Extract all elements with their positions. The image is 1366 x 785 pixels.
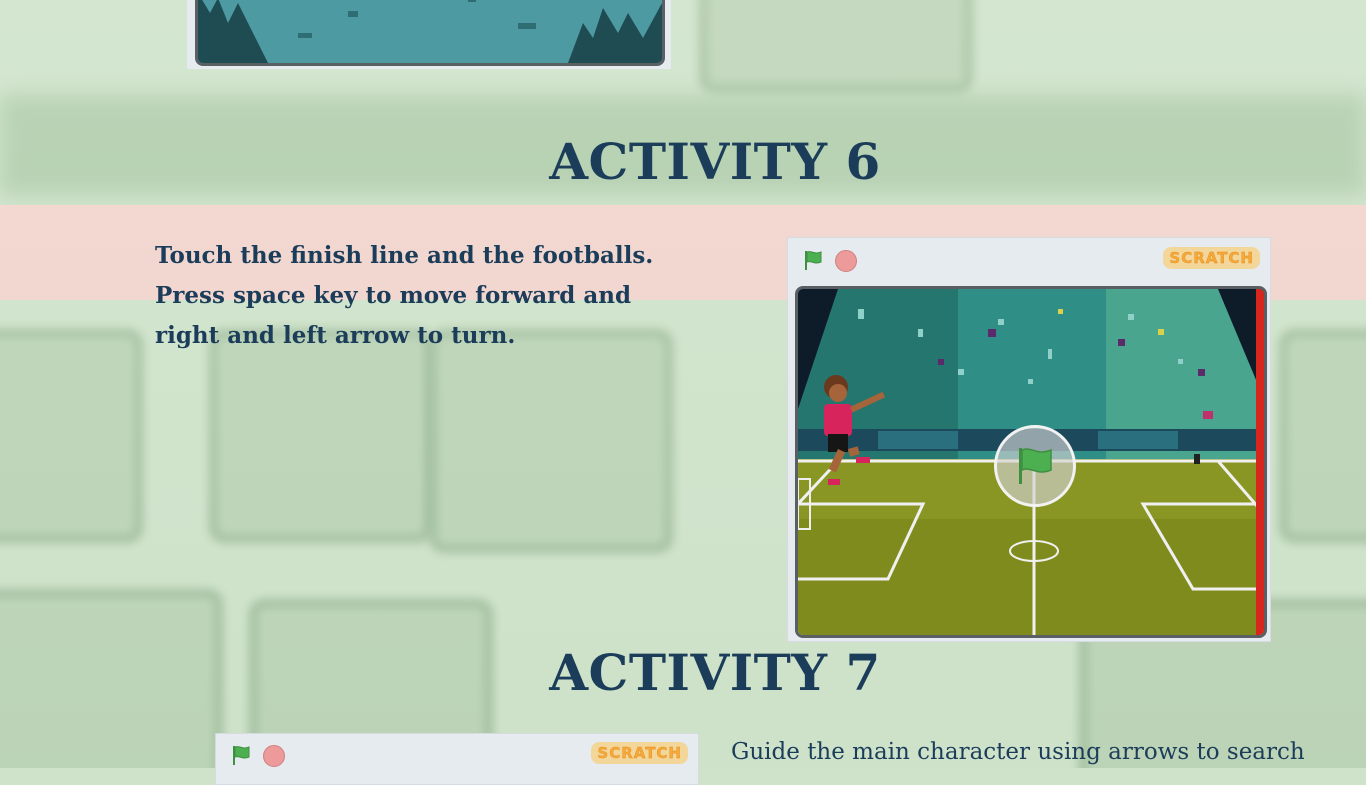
start-green-flag-button[interactable] xyxy=(994,425,1076,507)
player-controls-bar: SCRATCH xyxy=(788,238,1270,282)
scratch-logo[interactable]: SCRATCH xyxy=(1163,247,1260,269)
green-flag-icon[interactable] xyxy=(230,744,252,766)
green-flag-icon xyxy=(1019,448,1052,484)
activity-7-heading: ACTIVITY 7 xyxy=(549,643,881,702)
previous-stage-scene xyxy=(198,0,662,63)
scratch-logo-text: SCRATCH xyxy=(1169,249,1254,267)
scratch-logo[interactable]: SCRATCH xyxy=(591,742,688,764)
activity-6-stage[interactable] xyxy=(795,286,1267,638)
activity-6-description: Touch the finish line and the footballs.… xyxy=(155,242,654,349)
green-flag-icon[interactable] xyxy=(802,249,824,271)
stop-icon[interactable] xyxy=(263,745,285,767)
player-controls-bar: SCRATCH xyxy=(216,734,698,778)
previous-activity-stage[interactable] xyxy=(195,0,665,66)
activity-6-scratch-player[interactable]: SCRATCH xyxy=(787,237,1271,642)
scratch-logo-text: SCRATCH xyxy=(597,744,682,762)
stop-icon[interactable] xyxy=(835,250,857,272)
activity-6-heading: ACTIVITY 6 xyxy=(549,132,881,191)
previous-activity-player[interactable] xyxy=(187,0,671,69)
activity-7-description: Guide the main character using arrows to… xyxy=(731,739,1305,765)
activity-7-scratch-player[interactable]: SCRATCH xyxy=(215,733,699,785)
